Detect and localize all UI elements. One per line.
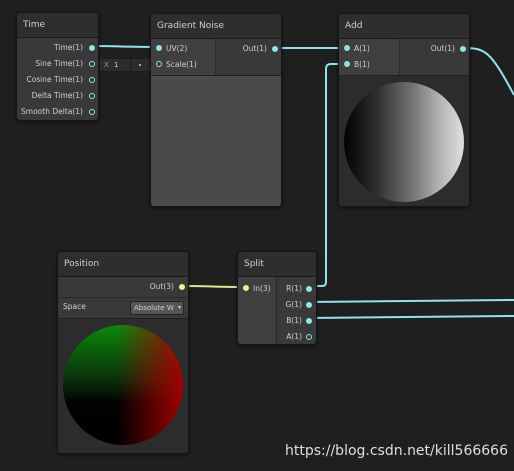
scale-input[interactable]: Scale(1) <box>166 57 197 73</box>
wire-add-out-exit <box>462 47 514 96</box>
space-dropdown-value: Absolute W <box>134 304 174 312</box>
scale-field-connector-dot <box>139 64 141 66</box>
gradient-noise-preview <box>151 75 281 206</box>
add-preview-sphere <box>344 82 464 202</box>
uv-input-dot[interactable] <box>156 45 162 51</box>
scale-field-axis-label: X <box>104 61 109 69</box>
time-node-title: Time <box>17 13 98 38</box>
split-node[interactable]: Split In(3) R(1) G(1) B(1) A(1) <box>237 251 317 345</box>
scale-value-field[interactable]: X 1 <box>99 58 131 72</box>
wire-split-g-exit <box>309 299 514 303</box>
add-input-b-dot[interactable] <box>344 61 350 67</box>
watermark-text: https://blog.csdn.net/kill566666 <box>285 443 508 459</box>
position-output[interactable]: Out(3) <box>150 279 174 295</box>
split-title: Split <box>238 252 316 277</box>
add-output-dot[interactable] <box>460 46 466 52</box>
add-output[interactable]: Out(1) <box>431 41 455 57</box>
split-output-r[interactable]: R(1) <box>286 281 302 297</box>
split-output-r-dot[interactable] <box>306 286 312 292</box>
add-title: Add <box>339 14 469 39</box>
position-title: Position <box>58 252 188 277</box>
gradient-noise-node[interactable]: Gradient Noise UV(2) Scale(1) Out(1) <box>150 13 282 207</box>
split-output-b-dot[interactable] <box>306 318 312 324</box>
uv-input[interactable]: UV(2) <box>166 41 187 57</box>
time-output-sine-dot[interactable] <box>89 61 95 67</box>
split-output-g-dot[interactable] <box>306 302 312 308</box>
time-output-smooth-delta-dot[interactable] <box>89 109 95 115</box>
position-preview <box>58 318 188 453</box>
time-output-delta-dot[interactable] <box>89 93 95 99</box>
position-preview-sphere <box>63 325 183 445</box>
space-label: Space <box>63 302 86 311</box>
wire-position-to-split <box>181 285 244 288</box>
scale-field-value: 1 <box>114 61 119 69</box>
position-node[interactable]: Position Out(3) Space Absolute W ▾ <box>57 251 189 454</box>
gradient-noise-output[interactable]: Out(1) <box>243 41 267 57</box>
split-output-a-dot[interactable] <box>306 334 312 340</box>
add-input-b[interactable]: B(1) <box>354 57 370 73</box>
time-output-sine[interactable]: Sine Time(1) <box>35 56 83 72</box>
position-space-row: Space Absolute W ▾ <box>58 297 188 318</box>
add-input-a[interactable]: A(1) <box>354 41 370 57</box>
time-output-cosine[interactable]: Cosine Time(1) <box>26 72 83 88</box>
time-output-time[interactable]: Time(1) <box>54 40 83 56</box>
split-output-g[interactable]: G(1) <box>286 297 302 313</box>
wire-time-to-uv <box>91 45 158 48</box>
scale-input-dot[interactable] <box>156 61 162 67</box>
gradient-noise-title: Gradient Noise <box>151 14 281 39</box>
time-output-cosine-dot[interactable] <box>89 77 95 83</box>
gradient-noise-output-dot[interactable] <box>272 46 278 52</box>
split-output-b[interactable]: B(1) <box>286 313 302 329</box>
add-preview <box>339 75 469 206</box>
split-input-dot[interactable] <box>243 285 249 291</box>
split-input[interactable]: In(3) <box>253 281 271 297</box>
split-output-a[interactable]: A(1) <box>286 329 302 344</box>
scale-field-connector <box>130 58 152 72</box>
wire-split-b-exit <box>309 315 514 319</box>
space-dropdown[interactable]: Absolute W ▾ <box>130 301 184 315</box>
chevron-down-icon: ▾ <box>177 304 181 311</box>
add-node[interactable]: Add A(1) B(1) Out(1) <box>338 13 470 207</box>
time-node[interactable]: Time Time(1) Sine Time(1) Cosine Time(1)… <box>16 12 99 121</box>
position-output-dot[interactable] <box>179 284 185 290</box>
time-output-smooth-delta[interactable]: Smooth Delta(1) <box>21 104 83 120</box>
add-input-a-dot[interactable] <box>344 45 350 51</box>
time-output-delta[interactable]: Delta Time(1) <box>32 88 83 104</box>
time-output-time-dot[interactable] <box>89 45 95 51</box>
